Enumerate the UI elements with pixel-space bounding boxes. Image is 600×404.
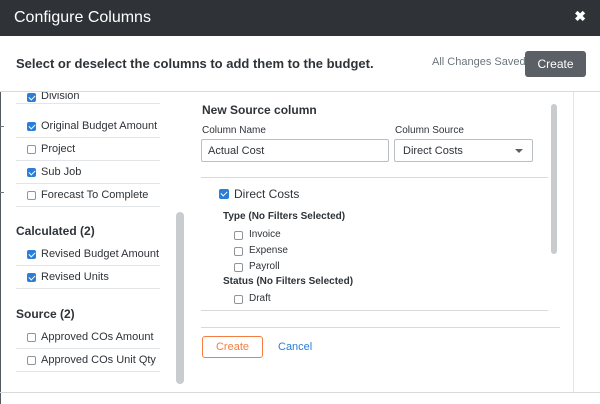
- tick-mark: [0, 126, 4, 127]
- source-checkbox-label: Direct Costs: [234, 187, 300, 201]
- checkbox-unchecked-icon[interactable]: [27, 356, 36, 365]
- tick-mark: [0, 192, 4, 193]
- checkbox-unchecked-icon[interactable]: [234, 231, 243, 240]
- chevron-down-icon: [515, 149, 523, 153]
- column-item-label: Project: [41, 143, 76, 155]
- checkbox-checked-icon[interactable]: [27, 122, 36, 131]
- column-item-label: Division: [41, 92, 80, 102]
- status-filter-heading: Status (No Filters Selected): [223, 276, 354, 287]
- dialog-header: Configure Columns ✖: [0, 0, 600, 36]
- checkbox-checked-icon[interactable]: [27, 250, 36, 259]
- close-icon[interactable]: ✖: [574, 8, 586, 25]
- column-item-revised-budget-amount[interactable]: Revised Budget Amount: [16, 243, 160, 266]
- column-item-label: Approved COs Amount: [41, 331, 154, 343]
- right-scrollbar[interactable]: [551, 104, 557, 254]
- column-item-original-budget-amount[interactable]: Original Budget Amount: [16, 115, 160, 138]
- new-source-heading: New Source column: [202, 103, 317, 117]
- column-source-value: Direct Costs: [403, 145, 463, 157]
- instructions-text: Select or deselect the columns to add th…: [16, 56, 374, 71]
- divider: [201, 177, 548, 178]
- column-item-label: Revised Budget Amount: [41, 248, 160, 260]
- filter-option-label: Payroll: [249, 261, 280, 272]
- column-item-forecast-to-complete[interactable]: Forecast To Complete: [16, 184, 160, 207]
- divider: [201, 310, 548, 311]
- filter-option-label: Expense: [249, 245, 288, 256]
- column-source-select[interactable]: Direct Costs: [394, 139, 533, 162]
- checkbox-checked-icon[interactable]: [27, 273, 36, 282]
- filter-option-label: Draft: [249, 293, 271, 304]
- panel-divider: [573, 92, 574, 392]
- divider: [201, 327, 560, 328]
- checkbox-checked-icon[interactable]: [219, 189, 229, 199]
- checkbox-unchecked-icon[interactable]: [27, 191, 36, 200]
- left-scrollbar[interactable]: [176, 212, 184, 384]
- checkbox-checked-icon[interactable]: [27, 168, 36, 177]
- column-item-revised-units[interactable]: Revised Units: [16, 266, 160, 289]
- column-item-label: Forecast To Complete: [41, 189, 149, 201]
- save-status: All Changes Saved: [432, 56, 526, 68]
- checkbox-unchecked-icon[interactable]: [27, 333, 36, 342]
- column-name-input[interactable]: [201, 139, 389, 162]
- create-button[interactable]: Create: [525, 51, 586, 77]
- column-item-division[interactable]: Division: [16, 92, 160, 104]
- cancel-link[interactable]: Cancel: [278, 341, 312, 353]
- checkbox-unchecked-icon[interactable]: [234, 295, 243, 304]
- dialog-subheader: Select or deselect the columns to add th…: [0, 36, 600, 92]
- checkbox-checked-icon[interactable]: [27, 93, 36, 102]
- group-heading-calculated: Calculated (2): [16, 224, 95, 238]
- create-source-button[interactable]: Create: [202, 336, 263, 358]
- column-item-label: Revised Units: [41, 271, 109, 283]
- checkbox-unchecked-icon[interactable]: [27, 145, 36, 154]
- column-item-label: Original Budget Amount: [41, 120, 158, 132]
- column-name-label: Column Name: [202, 125, 266, 136]
- type-filter-heading: Type (No Filters Selected): [223, 211, 346, 222]
- column-source-label: Column Source: [395, 125, 464, 136]
- column-item-label: Sub Job: [41, 166, 82, 178]
- filter-option-label: Invoice: [249, 229, 281, 240]
- column-item-project[interactable]: Project: [16, 138, 160, 161]
- checkbox-unchecked-icon[interactable]: [234, 247, 243, 256]
- column-item-label: Approved COs Unit Qty: [41, 354, 156, 366]
- dialog-bottom-border: [0, 392, 600, 393]
- column-item-approved-cos-unit-qty[interactable]: Approved COs Unit Qty: [16, 349, 160, 372]
- column-item-approved-cos-amount[interactable]: Approved COs Amount: [16, 326, 160, 349]
- dialog-title: Configure Columns: [14, 9, 151, 26]
- column-list-panel: Division Original Budget Amount Project …: [0, 92, 190, 392]
- column-item-sub-job[interactable]: Sub Job: [16, 161, 160, 184]
- group-heading-source: Source (2): [16, 307, 75, 321]
- checkbox-unchecked-icon[interactable]: [234, 263, 243, 272]
